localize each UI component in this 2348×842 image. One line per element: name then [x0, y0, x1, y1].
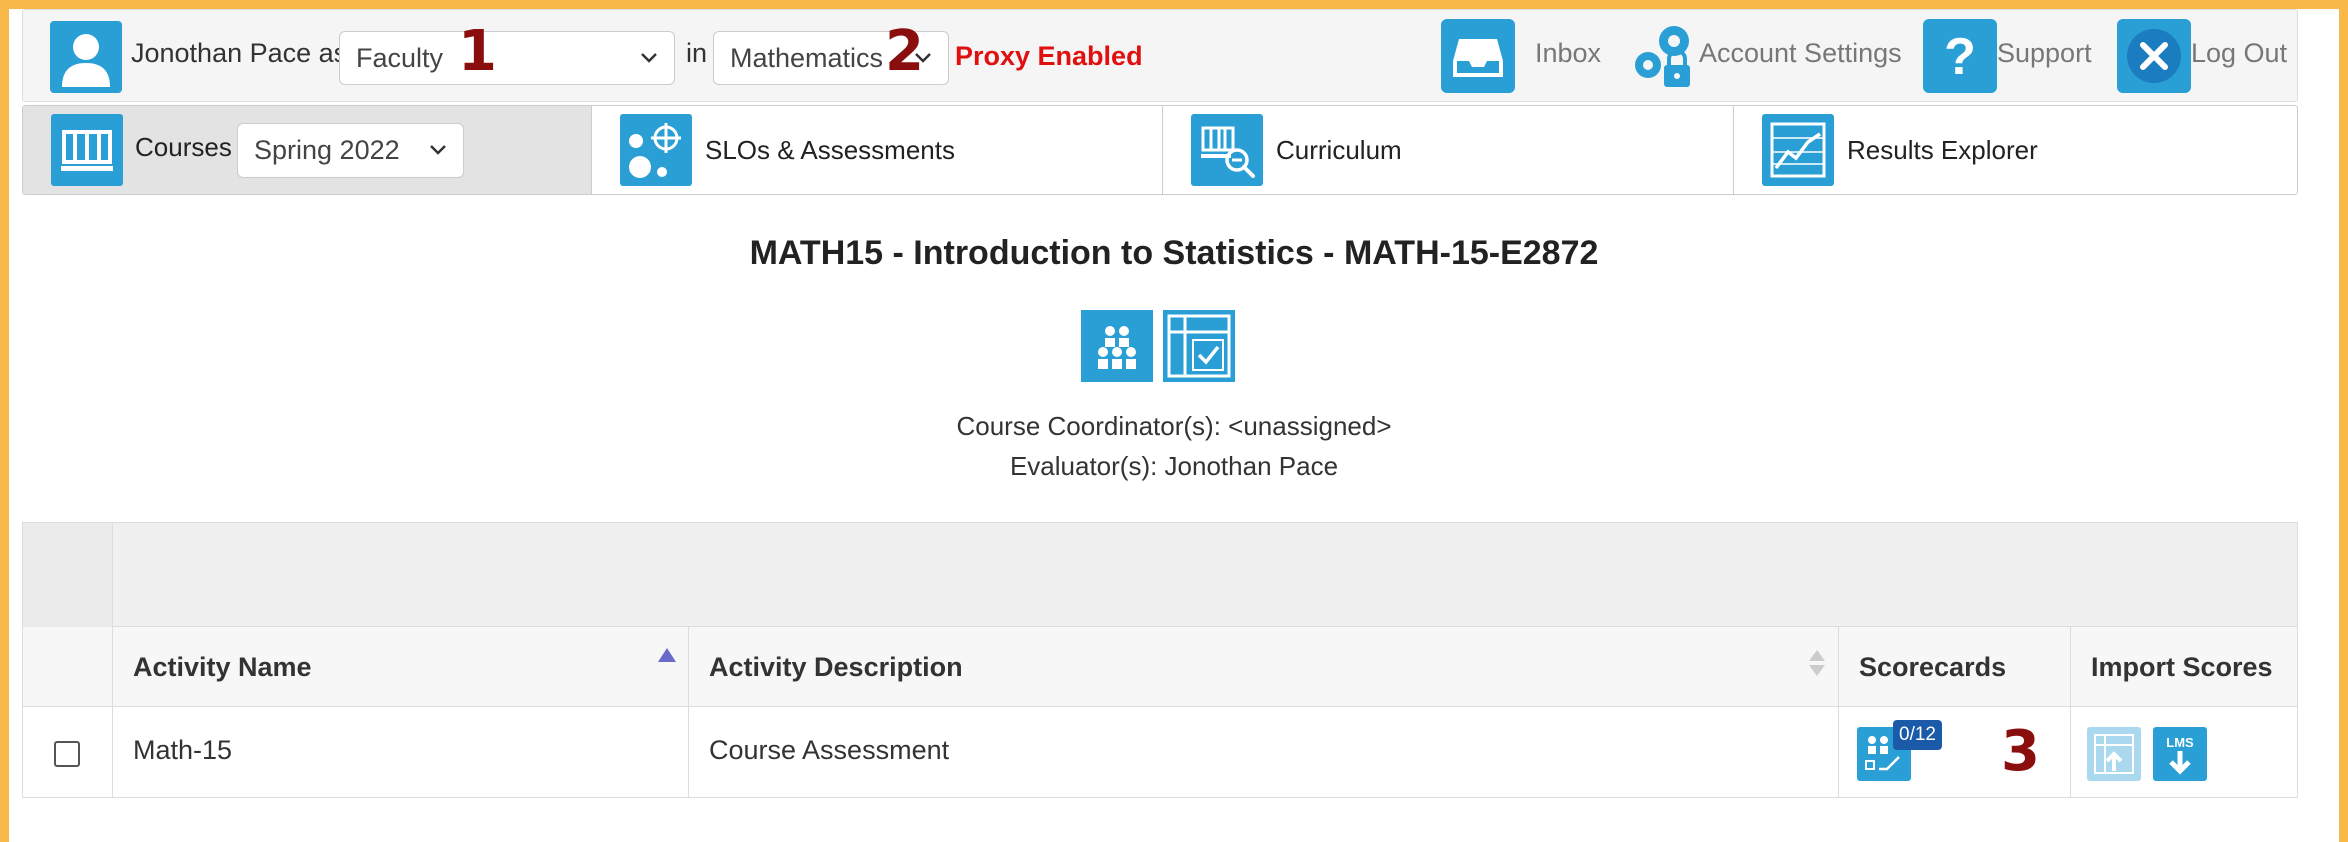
header-scorecards: Scorecards — [1839, 627, 2071, 706]
toolbar-spacer — [23, 523, 113, 627]
course-title: MATH15 - Introduction to Statistics - MA… — [749, 234, 1599, 272]
tab-slos-label: SLOs & Assessments — [705, 135, 955, 165]
tab-courses-label: Courses — [135, 132, 232, 162]
in-label: in — [686, 38, 708, 68]
import-scores-cell: LMS — [2071, 707, 2297, 797]
top-bar: Jonothan Pace as Faculty 1 in Mathematic… — [22, 9, 2298, 102]
logout-link[interactable]: Log Out — [2191, 38, 2287, 69]
checklist-table-icon[interactable] — [1163, 310, 1235, 382]
term-select-value: Spring 2022 — [254, 135, 400, 165]
account-settings-link[interactable]: Account Settings — [1699, 38, 1902, 69]
annotation-marker-2: 2 — [885, 19, 924, 84]
tab-slos-assessments[interactable]: SLOs & Assessments — [592, 106, 1163, 194]
support-link[interactable]: Support — [1997, 38, 2092, 69]
inbox-link[interactable]: Inbox — [1535, 38, 1601, 69]
scorecards-cell: 0/12 3 — [1839, 707, 2071, 797]
user-avatar-icon[interactable] — [50, 21, 122, 93]
activity-description: Course Assessment — [709, 735, 950, 765]
roster-icon[interactable] — [1081, 310, 1153, 382]
proxy-status: Proxy Enabled — [955, 41, 1143, 71]
sort-unsorted-icon — [1809, 650, 1825, 676]
activity-description-cell: Course Assessment — [689, 707, 1839, 797]
annotation-marker-1: 1 — [458, 19, 497, 84]
annotation-marker-3: 3 — [2001, 719, 2040, 784]
scorecard-count-badge: 0/12 — [1893, 720, 1942, 750]
tab-results-label: Results Explorer — [1847, 135, 2038, 165]
import-upload-icon[interactable] — [2087, 727, 2141, 781]
term-select[interactable]: Spring 2022 — [237, 123, 464, 178]
header-activity-name-label: Activity Name — [133, 652, 312, 682]
table-toolbar — [23, 523, 2297, 627]
row-select-cell — [23, 707, 113, 797]
header-import-scores: Import Scores — [2071, 627, 2297, 706]
table-header-row: Activity Name Activity Description Score… — [23, 627, 2297, 707]
chevron-down-icon — [638, 32, 660, 101]
department-select-value: Mathematics — [730, 43, 884, 73]
svg-text:?: ? — [1944, 28, 1976, 86]
tab-courses[interactable]: Courses Spring 2022 — [23, 106, 592, 194]
header-activity-description[interactable]: Activity Description — [689, 627, 1839, 706]
activities-table: Activity Name Activity Description Score… — [22, 522, 2298, 798]
activity-name-cell: Math-15 — [113, 707, 689, 797]
chevron-down-icon — [427, 124, 449, 195]
line-chart-icon — [1762, 114, 1834, 186]
header-import-scores-label: Import Scores — [2091, 652, 2273, 682]
role-select-value: Faculty — [356, 43, 444, 73]
header-activity-name[interactable]: Activity Name — [113, 627, 689, 706]
tab-curriculum[interactable]: Curriculum — [1163, 106, 1734, 194]
tab-curriculum-label: Curriculum — [1276, 135, 1402, 165]
course-coordinator: Course Coordinator(s): <unassigned> — [956, 411, 1392, 441]
lms-download-icon[interactable]: LMS — [2153, 727, 2207, 781]
activity-name: Math-15 — [133, 735, 233, 765]
header-select-cell — [23, 627, 113, 706]
inbox-tray-icon[interactable] — [1441, 19, 1515, 93]
course-evaluator: Evaluator(s): Jonothan Pace — [1009, 451, 1339, 481]
curriculum-magnify-icon — [1191, 114, 1263, 186]
main-nav: Courses Spring 2022 SLOs & Assessments C… — [22, 105, 2298, 195]
tab-results-explorer[interactable]: Results Explorer — [1734, 106, 2297, 194]
table-row: Math-15 Course Assessment 0/12 3 LMS — [23, 707, 2297, 797]
question-icon[interactable]: ? — [1923, 19, 1997, 93]
target-bubbles-icon — [620, 114, 692, 186]
header-activity-description-label: Activity Description — [709, 652, 963, 682]
header-scorecards-label: Scorecards — [1859, 652, 2007, 682]
sort-ascending-icon — [658, 648, 676, 662]
close-icon[interactable] — [2117, 19, 2191, 93]
user-role-text: Jonothan Pace as — [131, 38, 348, 68]
row-checkbox[interactable] — [54, 741, 80, 767]
courses-columns-icon — [51, 114, 123, 186]
role-select[interactable]: Faculty — [339, 31, 675, 85]
gears-lock-icon[interactable] — [1626, 19, 1700, 93]
lms-label: LMS — [2166, 735, 2194, 750]
